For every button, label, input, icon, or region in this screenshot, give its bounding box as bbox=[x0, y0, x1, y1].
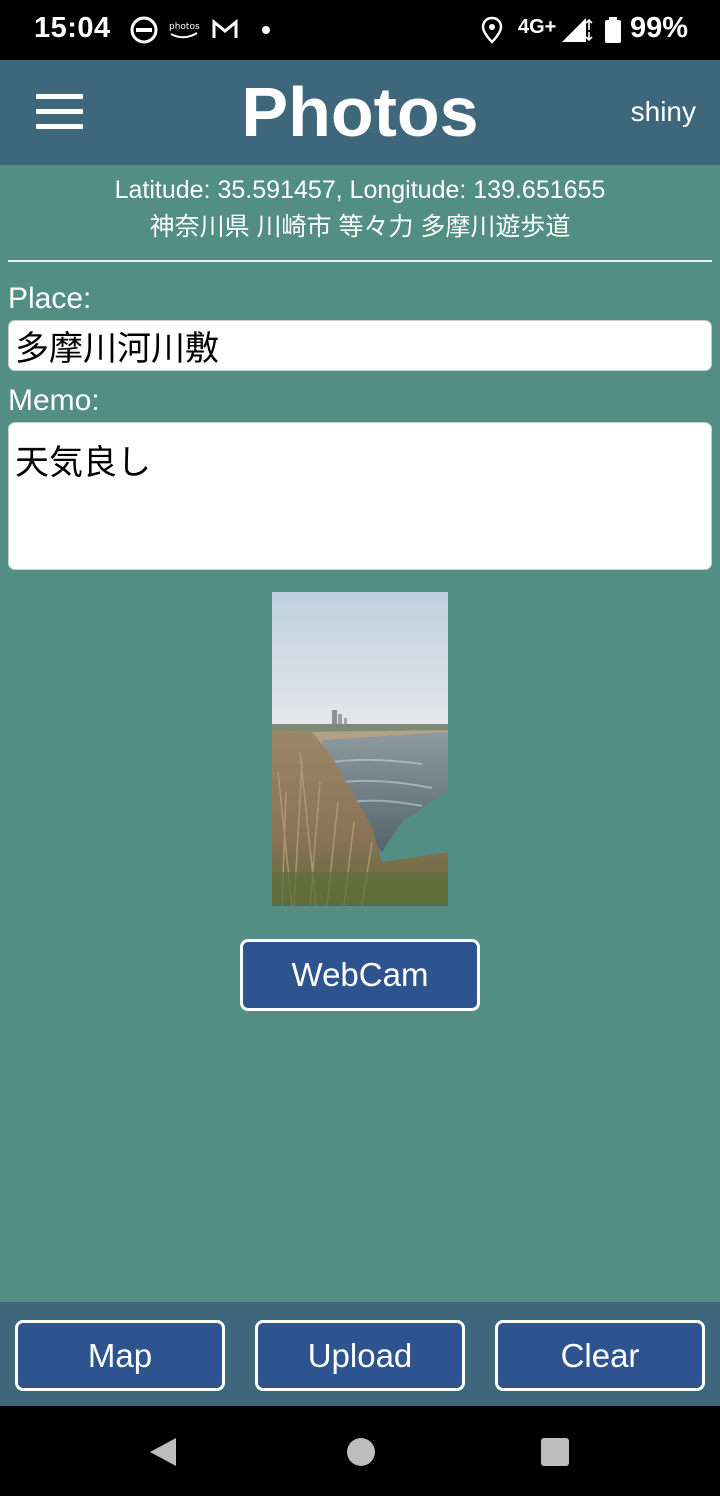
address: 神奈川県 川崎市 等々力 多摩川遊歩道 bbox=[149, 213, 571, 241]
amazon-photos-icon: photos bbox=[168, 16, 200, 44]
gmail-icon bbox=[211, 16, 239, 44]
battery-icon bbox=[604, 16, 622, 44]
photo-preview bbox=[272, 592, 448, 906]
status-bar: 15:04 photos 4G+ 99% bbox=[0, 0, 720, 60]
svg-text:photos: photos bbox=[169, 22, 200, 32]
app-header: Photos shiny bbox=[0, 60, 720, 165]
place-label: Place: bbox=[8, 282, 92, 315]
upload-button[interactable]: Upload bbox=[255, 1320, 465, 1391]
page-title: Photos bbox=[241, 73, 479, 151]
recents-icon[interactable] bbox=[540, 1437, 570, 1471]
webcam-button[interactable]: WebCam bbox=[240, 939, 480, 1011]
user-name: shiny bbox=[630, 96, 696, 127]
signal-icon bbox=[560, 16, 594, 44]
status-time: 15:04 bbox=[34, 12, 111, 44]
network-type: 4G+ bbox=[518, 16, 557, 38]
bottom-toolbar: Map Upload Clear bbox=[0, 1302, 720, 1406]
memo-label: Memo: bbox=[8, 384, 100, 417]
place-input[interactable] bbox=[8, 320, 712, 371]
system-nav-bar bbox=[0, 1406, 720, 1496]
location-info: Latitude: 35.591457, Longitude: 139.6516… bbox=[0, 172, 720, 246]
notification-dot-icon bbox=[260, 16, 272, 44]
memo-textarea[interactable]: 天気良し bbox=[8, 422, 712, 570]
coordinates: Latitude: 35.591457, Longitude: 139.6516… bbox=[114, 176, 606, 204]
map-button[interactable]: Map bbox=[15, 1320, 225, 1391]
do-not-disturb-icon bbox=[130, 16, 158, 44]
divider bbox=[8, 260, 712, 262]
clear-button[interactable]: Clear bbox=[495, 1320, 705, 1391]
location-icon bbox=[480, 16, 504, 44]
home-icon[interactable] bbox=[346, 1437, 376, 1471]
battery-level: 99% bbox=[630, 12, 689, 44]
back-icon[interactable] bbox=[148, 1437, 178, 1471]
